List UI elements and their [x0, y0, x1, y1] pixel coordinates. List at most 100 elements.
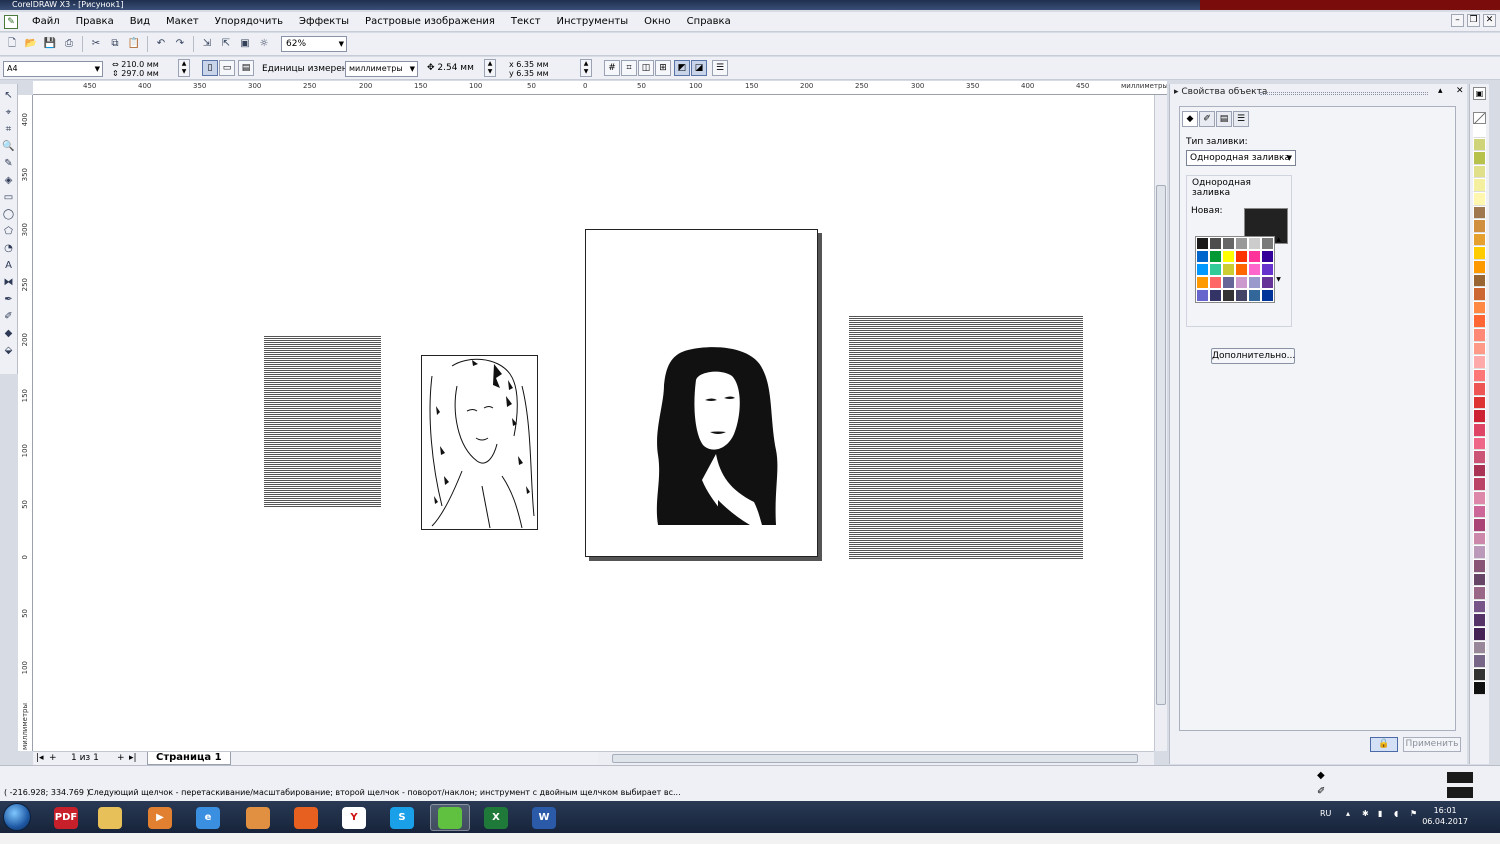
new-document-icon[interactable]: 🗋: [4, 36, 20, 52]
palette-color-swatch[interactable]: [1473, 355, 1486, 369]
palette-scroll[interactable]: ▲ ▼: [1274, 236, 1283, 300]
fill-color-swatch[interactable]: [1261, 276, 1274, 289]
last-page-button[interactable]: ▸|: [129, 753, 137, 763]
vertical-scroll-thumb[interactable]: [1156, 185, 1166, 705]
minimize-icon[interactable]: –: [1451, 14, 1464, 27]
palette-color-swatch[interactable]: [1473, 287, 1486, 301]
menu-window[interactable]: Окно: [636, 12, 679, 32]
add-page-before-button[interactable]: +: [49, 753, 57, 763]
tab-outline-icon[interactable]: ✐: [1199, 111, 1215, 127]
text-tool-icon[interactable]: A: [1, 258, 16, 274]
more-button[interactable]: Дополнительно...: [1211, 348, 1295, 364]
fill-color-swatch[interactable]: [1248, 263, 1261, 276]
smart-fill-tool-icon[interactable]: ◈: [1, 173, 16, 189]
pick-tool-icon[interactable]: ↖: [1, 88, 16, 104]
palette-color-swatch[interactable]: [1473, 531, 1486, 546]
language-indicator[interactable]: RU: [1320, 809, 1331, 818]
close-icon[interactable]: ✕: [1483, 14, 1496, 27]
striped-bitmap-object-left[interactable]: [264, 335, 381, 508]
fill-color-swatch[interactable]: [1209, 250, 1222, 263]
fill-indicator-icon[interactable]: ◆: [1317, 770, 1325, 781]
horizontal-scroll-thumb[interactable]: [612, 754, 1138, 763]
edit-across-layers-button[interactable]: ◪: [691, 60, 707, 76]
zoom-tool-icon[interactable]: 🔍: [1, 139, 16, 155]
paste-icon[interactable]: 📋: [126, 36, 142, 52]
palette-color-swatch[interactable]: [1473, 409, 1486, 424]
palette-color-swatch[interactable]: [1473, 178, 1486, 192]
palette-color-swatch[interactable]: [1473, 137, 1486, 152]
eyedropper-tool-icon[interactable]: ✒: [1, 292, 16, 308]
fill-color-swatch[interactable]: [1209, 276, 1222, 289]
palette-color-swatch[interactable]: [1473, 463, 1486, 478]
palette-color-swatch[interactable]: [1473, 681, 1486, 695]
vertical-scrollbar[interactable]: [1154, 95, 1167, 751]
basic-shapes-tool-icon[interactable]: ◔: [1, 241, 16, 257]
snap-to-objects-button[interactable]: ◫: [638, 60, 654, 76]
tray-arrow-icon[interactable]: ▴: [1346, 809, 1350, 818]
palette-color-swatch[interactable]: [1473, 477, 1486, 492]
horizontal-scrollbar[interactable]: [598, 751, 1154, 765]
fill-color-swatch[interactable]: [1209, 289, 1222, 302]
fill-color-swatch[interactable]: [1235, 250, 1248, 263]
portrait-button[interactable]: ▯: [202, 60, 218, 76]
no-color-swatch[interactable]: [1473, 112, 1486, 124]
welcome-icon[interactable]: ☼: [256, 36, 272, 52]
palette-color-swatch[interactable]: [1473, 124, 1486, 138]
palette-color-swatch[interactable]: [1473, 613, 1486, 627]
palette-color-swatch[interactable]: [1473, 504, 1486, 519]
fill-color-swatch[interactable]: [1248, 289, 1261, 302]
snap-to-grid-button[interactable]: #: [604, 60, 620, 76]
palette-menu-icon[interactable]: ▣: [1473, 87, 1486, 100]
palette-color-swatch[interactable]: [1473, 559, 1486, 573]
taskbar-app-ie[interactable]: e: [188, 804, 228, 831]
redo-icon[interactable]: ↷: [172, 36, 188, 52]
restore-icon[interactable]: ❐: [1467, 14, 1480, 27]
fill-color-swatch[interactable]: [1209, 263, 1222, 276]
palette-color-swatch[interactable]: [1473, 273, 1486, 288]
drawing-canvas[interactable]: [33, 95, 1154, 751]
apply-button[interactable]: Применить: [1403, 737, 1461, 752]
palette-color-swatch[interactable]: [1473, 599, 1486, 614]
palette-color-swatch[interactable]: [1473, 341, 1486, 356]
close-docker-icon[interactable]: ✕: [1456, 86, 1464, 96]
first-page-button[interactable]: |◂: [36, 753, 44, 763]
fill-color-swatch[interactable]: [1209, 237, 1222, 250]
palette-color-swatch[interactable]: [1473, 151, 1486, 165]
horizontal-ruler[interactable]: 450 400 350 300 250 200 150 100 50 0 50 …: [33, 81, 1167, 95]
fill-color-swatch[interactable]: [1196, 263, 1209, 276]
cut-icon[interactable]: ✂: [88, 36, 104, 52]
fill-type-combo[interactable]: Однородная заливка ▼: [1186, 150, 1296, 166]
menu-text[interactable]: Текст: [503, 12, 549, 32]
fill-color-swatch[interactable]: [1261, 250, 1274, 263]
interactive-blend-tool-icon[interactable]: ⧓: [1, 275, 16, 291]
page-height-field[interactable]: ⇕ 297.0 мм: [112, 69, 159, 78]
import-icon[interactable]: ⇲: [199, 36, 215, 52]
palette-color-swatch[interactable]: [1473, 368, 1486, 383]
menu-tools[interactable]: Инструменты: [549, 12, 637, 32]
fill-color-indicator[interactable]: [1447, 772, 1473, 783]
outline-portrait-object[interactable]: [421, 355, 538, 530]
clock[interactable]: 16:01 06.04.2017: [1422, 805, 1468, 827]
palette-color-swatch[interactable]: [1473, 626, 1486, 641]
taskbar-app-word[interactable]: W: [524, 804, 564, 831]
palette-color-swatch[interactable]: [1473, 395, 1486, 410]
palette-color-swatch[interactable]: [1473, 191, 1486, 206]
taskbar-app-app5[interactable]: [238, 804, 278, 831]
menu-arrange[interactable]: Упорядочить: [207, 12, 291, 32]
menu-edit[interactable]: Правка: [68, 12, 122, 32]
save-icon[interactable]: 💾: [42, 36, 58, 52]
flag-icon[interactable]: ⚑: [1410, 809, 1417, 818]
striped-bitmap-object-right[interactable]: [849, 315, 1083, 559]
print-icon[interactable]: ⎙: [61, 36, 77, 52]
taskbar-app-media[interactable]: ▶: [140, 804, 180, 831]
page-size-spinner[interactable]: ▲ ▼: [178, 59, 190, 77]
shape-tool-icon[interactable]: ⌖: [1, 105, 16, 121]
ellipse-tool-icon[interactable]: ◯: [1, 207, 16, 223]
palette-color-swatch[interactable]: [1473, 450, 1486, 464]
taskbar-app-corel[interactable]: [430, 804, 470, 831]
duplicate-x-field[interactable]: x 6.35 мм: [509, 60, 549, 69]
palette-color-swatch[interactable]: [1473, 436, 1486, 451]
snap-to-guidelines-button[interactable]: ⌗: [621, 60, 637, 76]
menu-effects[interactable]: Эффекты: [291, 12, 357, 32]
duplicate-y-field[interactable]: y 6.35 мм: [509, 69, 549, 78]
